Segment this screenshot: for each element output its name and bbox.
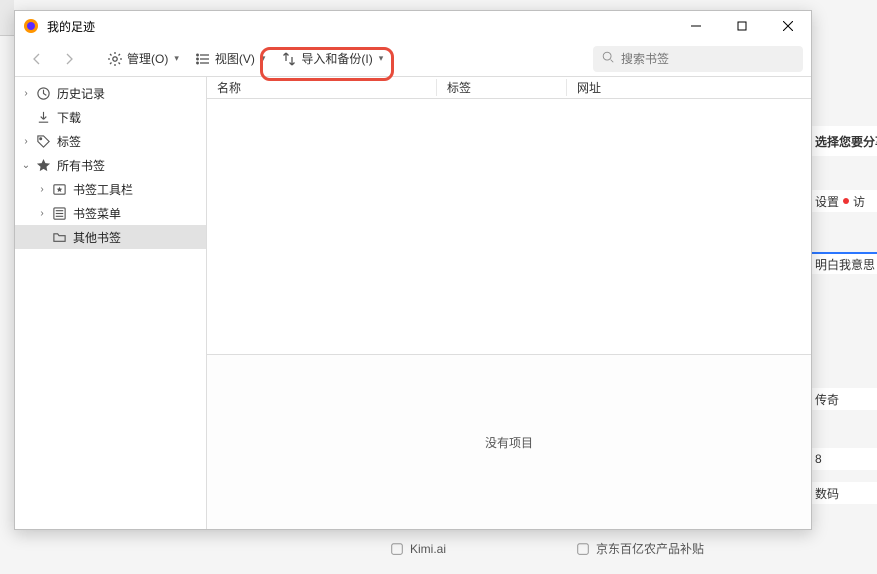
bg-bottom-links: Kimi.ai 京东百亿农产品补贴 [390,540,704,557]
firefox-icon [23,18,39,34]
folder-icon [51,229,67,245]
expand-twisty[interactable]: › [35,206,49,220]
expand-twisty[interactable]: › [35,182,49,196]
body: › 历史记录 下载 › 标签 ⌄ 所有书签 › [15,77,811,529]
tree-history[interactable]: › 历史记录 [15,81,206,105]
main-panel: 名称 标签 网址 没有项目 [207,77,811,529]
titlebar: 我的足迹 [15,11,811,41]
blank-twisty [19,110,33,124]
blank-twisty [35,230,49,244]
arrow-right-icon [61,51,77,67]
window-controls [673,11,811,41]
manage-menu[interactable]: 管理(O) ▾ [101,46,185,71]
manage-label: 管理(O) [127,50,168,67]
back-button[interactable] [23,47,51,71]
maximize-button[interactable] [719,11,765,41]
empty-state-text: 没有项目 [485,434,533,451]
tree-label: 下载 [57,109,81,126]
bg-share-text: 选择您要分享 [811,126,877,156]
col-url[interactable]: 网址 [567,79,811,96]
view-menu[interactable]: 视图(V) ▾ [189,46,272,71]
toolbar: 管理(O) ▾ 视图(V) ▾ 导入和备份(I) ▾ [15,41,811,77]
list-icon [195,51,211,67]
bg-legend-text: 传奇 [811,388,877,410]
tree-label: 历史记录 [57,85,105,102]
expand-twisty[interactable]: › [19,86,33,100]
bg-settings-text: 设置访 [811,190,877,212]
bg-mind-text: 明白我意思 [811,252,877,274]
bg-digital-text: 数码 [811,482,877,504]
import-export-icon [281,51,297,67]
tree-label: 所有书签 [57,157,105,174]
gear-icon [107,51,123,67]
window-title: 我的足迹 [47,18,673,35]
background-browser-tab [0,0,14,36]
chevron-down-icon: ▾ [174,53,179,64]
bg-eight-text: 8 [811,448,877,470]
collapse-twisty[interactable]: ⌄ [19,158,33,172]
detail-pane: 没有项目 [207,354,811,529]
col-tag[interactable]: 标签 [437,79,567,96]
search-box[interactable] [593,46,803,72]
tree-label: 标签 [57,133,81,150]
arrow-left-icon [29,51,45,67]
bookmarks-toolbar-icon [51,181,67,197]
search-icon [601,50,621,67]
col-name[interactable]: 名称 [207,79,437,96]
tree-bookmarks-toolbar[interactable]: › 书签工具栏 [15,177,206,201]
chevron-down-icon: ▾ [379,53,384,64]
tree-all-bookmarks[interactable]: ⌄ 所有书签 [15,153,206,177]
minimize-button[interactable] [673,11,719,41]
clock-icon [35,85,51,101]
expand-twisty[interactable]: › [19,134,33,148]
tree-label: 书签工具栏 [73,181,133,198]
library-window: 我的足迹 管理(O) ▾ 视图(V) ▾ 导入和备份(I) ▾ [14,10,812,530]
tree-label: 其他书签 [73,229,121,246]
import-backup-label: 导入和备份(I) [301,50,372,67]
tree-downloads[interactable]: 下载 [15,105,206,129]
tree-tags[interactable]: › 标签 [15,129,206,153]
download-icon [35,109,51,125]
tree-bookmarks-menu[interactable]: › 书签菜单 [15,201,206,225]
column-headers[interactable]: 名称 标签 网址 [207,77,811,99]
bookmark-list[interactable] [207,99,811,354]
search-input[interactable] [621,52,795,66]
bookmarks-menu-icon [51,205,67,221]
sidebar-tree[interactable]: › 历史记录 下载 › 标签 ⌄ 所有书签 › [15,77,207,529]
import-backup-menu[interactable]: 导入和备份(I) ▾ [275,46,389,71]
chevron-down-icon: ▾ [261,53,266,64]
star-icon [35,157,51,173]
forward-button[interactable] [55,47,83,71]
view-label: 视图(V) [215,50,255,67]
close-button[interactable] [765,11,811,41]
tag-icon [35,133,51,149]
tree-other-bookmarks[interactable]: 其他书签 [15,225,206,249]
tree-label: 书签菜单 [73,205,121,222]
